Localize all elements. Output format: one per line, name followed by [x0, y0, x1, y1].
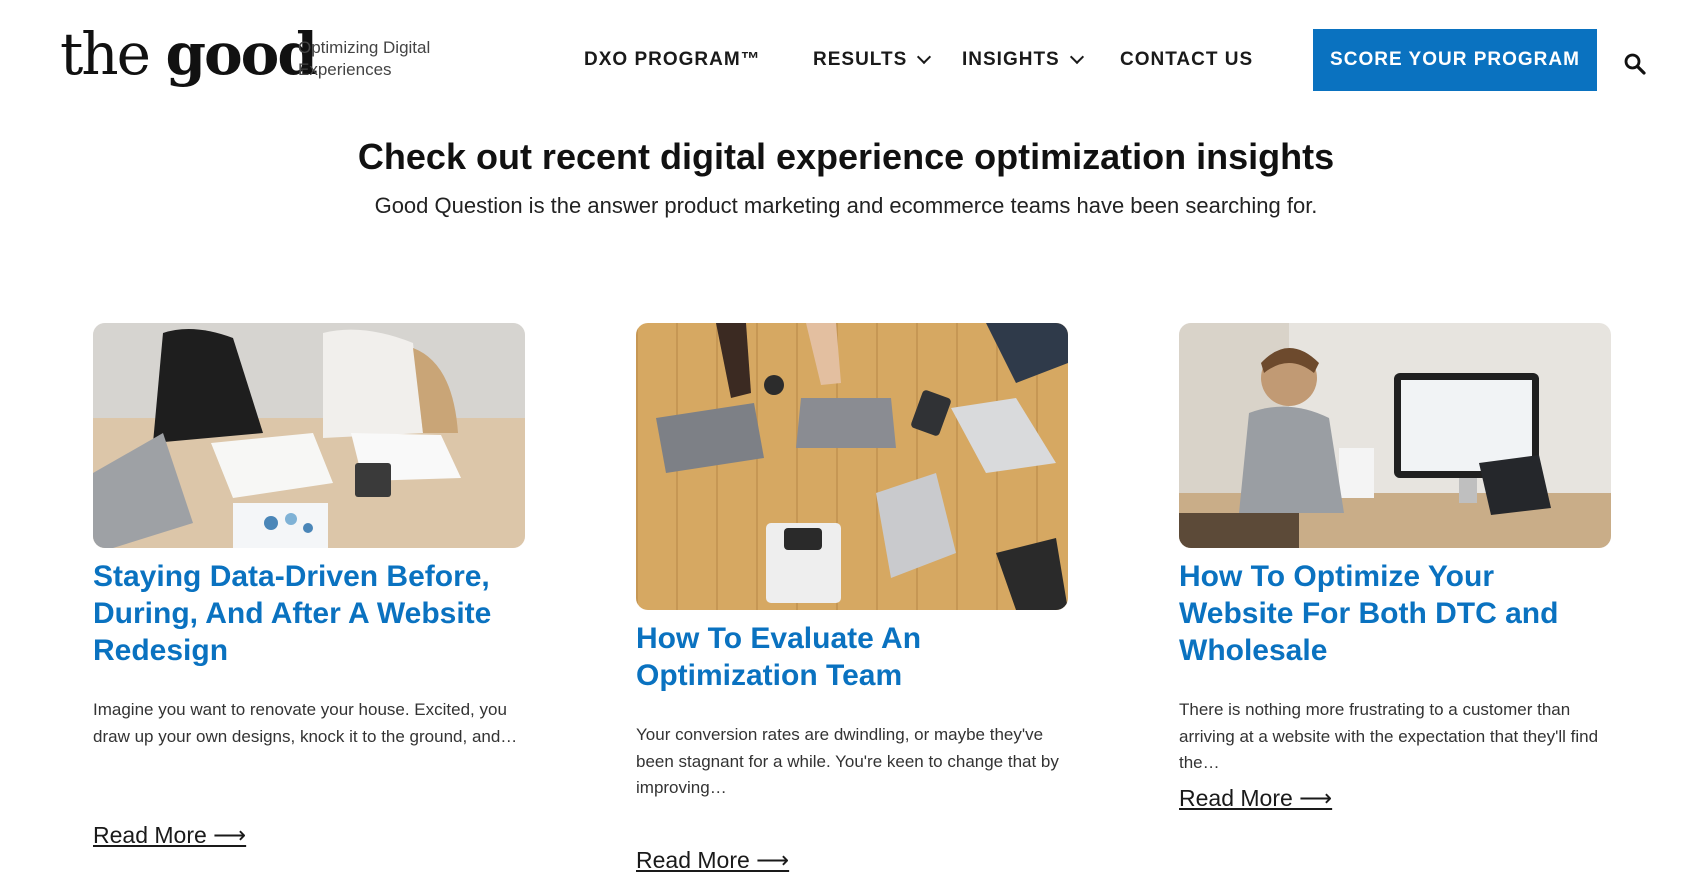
page-headline: Check out recent digital experience opti… [357, 136, 1335, 177]
nav-label: INSIGHTS [962, 49, 1060, 70]
article-image-developer-desk[interactable] [1179, 323, 1611, 548]
brand-logo[interactable]: the good [60, 20, 318, 88]
nav-insights[interactable]: INSIGHTS [962, 49, 1084, 71]
nav-results[interactable]: RESULTS [813, 49, 932, 71]
article-card: Staying Data-Driven Before, During, And … [93, 323, 525, 750]
article-title[interactable]: Staying Data-Driven Before, During, And … [93, 558, 525, 669]
score-your-program-button[interactable]: SCORE YOUR PROGRAM [1313, 29, 1597, 91]
article-card: How To Evaluate An Optimization Team You… [636, 323, 1068, 802]
nav-label: CONTACT US [1120, 49, 1254, 70]
read-more-link[interactable]: Read More ⟶ [1179, 785, 1332, 812]
article-card: How To Optimize Your Website For Both DT… [1179, 323, 1611, 777]
article-excerpt: Your conversion rates are dwindling, or … [636, 725, 1059, 797]
article-title[interactable]: How To Optimize Your Website For Both DT… [1179, 558, 1611, 669]
chevron-down-icon [917, 49, 932, 65]
site-header: the good Optimizing Digital Experiences … [0, 0, 1692, 120]
article-image-team-paperwork[interactable] [93, 323, 525, 548]
logo-bold-text: good [165, 20, 317, 88]
article-title[interactable]: How To Evaluate An Optimization Team [636, 620, 1068, 694]
read-more-link[interactable]: Read More ⟶ [93, 822, 246, 849]
search-icon[interactable] [1623, 52, 1647, 76]
read-more-link[interactable]: Read More ⟶ [636, 847, 789, 874]
nav-dxo-program[interactable]: DXO PROGRAM™ [584, 49, 761, 71]
logo-light-text: the [60, 20, 166, 88]
nav-label: RESULTS [813, 49, 908, 70]
article-excerpt: There is nothing more frustrating to a c… [1179, 700, 1599, 772]
nav-contact-us[interactable]: CONTACT US [1120, 49, 1253, 71]
article-image-laptops-table[interactable] [636, 323, 1068, 610]
page-subheadline: Good Question is the answer product mark… [374, 193, 1318, 218]
article-excerpt: Imagine you want to renovate your house.… [93, 700, 518, 746]
chevron-down-icon [1069, 49, 1084, 65]
nav-label: DXO PROGRAM™ [584, 49, 761, 70]
brand-tagline: Optimizing Digital Experiences [298, 38, 431, 79]
